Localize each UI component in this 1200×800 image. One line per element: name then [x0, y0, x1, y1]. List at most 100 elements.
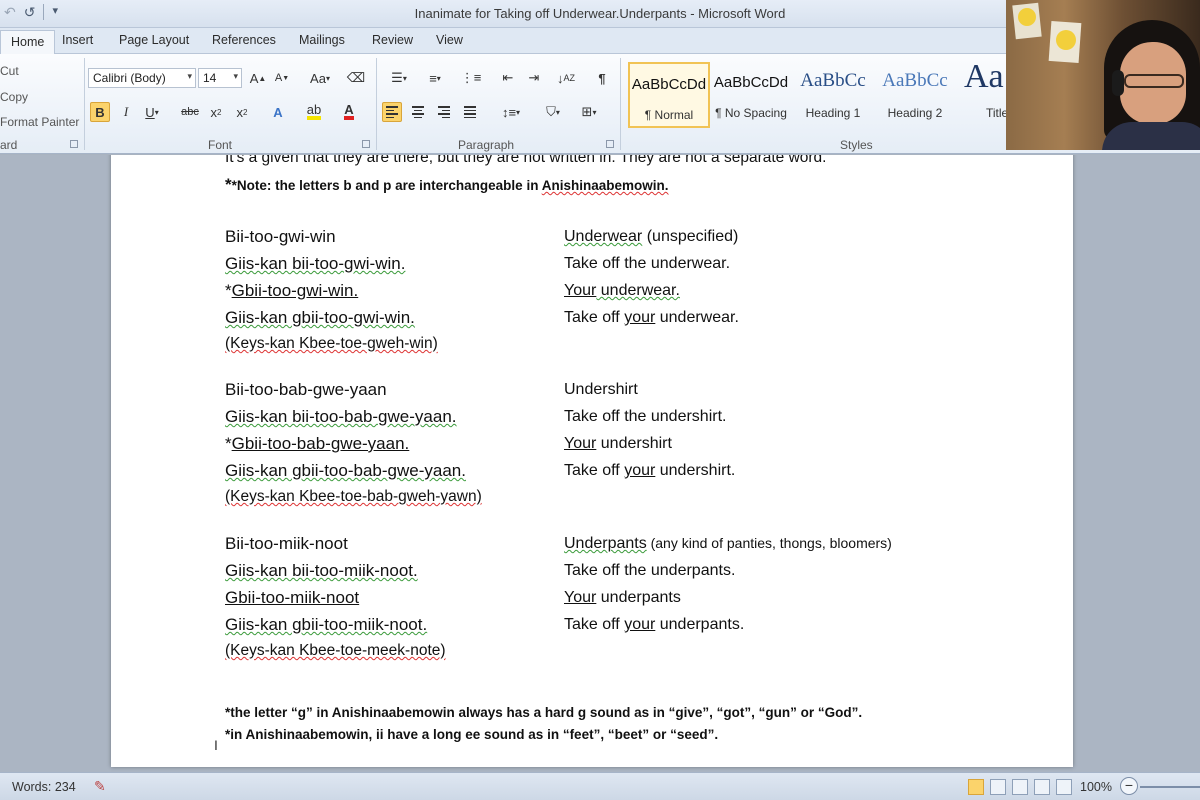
- zoom-slider[interactable]: [1140, 786, 1200, 788]
- print-layout-icon[interactable]: [968, 779, 984, 795]
- asterisk: *: [225, 281, 232, 300]
- word-line: Giis-kan bii-too-bab-gwe-yaan.: [225, 407, 457, 427]
- pronunciation-line: (Keys-kan Kbee-toe-bab-gweh-yawn): [225, 488, 482, 506]
- grow-font-icon[interactable]: A ▲: [248, 68, 268, 88]
- subscript-icon[interactable]: x2: [206, 102, 226, 122]
- tab-mailings[interactable]: Mailings: [299, 33, 345, 47]
- tab-view[interactable]: View: [436, 33, 463, 47]
- translation-line: Take off your undershirt.: [564, 462, 735, 480]
- word-text: Gbii-too-gwi-win.: [231, 281, 359, 300]
- multilevel-list-icon[interactable]: ⋮≡: [456, 68, 486, 88]
- cut-button[interactable]: Cut: [0, 64, 19, 78]
- draft-icon[interactable]: [1056, 779, 1072, 795]
- paragraph-dialog-launcher[interactable]: [606, 140, 614, 148]
- zoom-level[interactable]: 100%: [1080, 780, 1112, 794]
- style-title[interactable]: Aa Title: [956, 58, 1012, 128]
- numbering-icon[interactable]: ≡ ▾: [420, 68, 450, 88]
- word-line: Gbii-too-miik-noot: [225, 588, 359, 608]
- translation-line: Your underpants: [564, 589, 681, 607]
- show-marks-icon[interactable]: ¶: [592, 68, 612, 88]
- pronunciation-line: (Keys-kan Kbee-toe-meek-note): [225, 642, 446, 660]
- word-line: Giis-kan gbii-too-gwi-win.: [225, 308, 415, 328]
- copy-button[interactable]: Copy: [0, 90, 28, 104]
- translation-rest: underwear.: [655, 309, 739, 326]
- translation-rest: (any kind of panties, thongs, bloomers): [646, 535, 892, 551]
- word-text: Giis-kan bii-too-gwi-win.: [225, 254, 406, 273]
- tab-review[interactable]: Review: [372, 33, 413, 47]
- highlight-icon[interactable]: ab: [300, 102, 328, 122]
- line-spacing-icon[interactable]: ↕≡ ▾: [496, 102, 526, 122]
- web-layout-icon[interactable]: [1012, 779, 1028, 795]
- full-screen-icon[interactable]: [990, 779, 1006, 795]
- center-icon[interactable]: [408, 102, 428, 122]
- bullets-icon[interactable]: ☰ ▾: [384, 68, 414, 88]
- tab-home[interactable]: Home: [0, 30, 56, 55]
- font-name-combo[interactable]: Calibri (Body) ▾: [88, 68, 196, 88]
- style-name: ¶ No Spacing: [715, 106, 787, 120]
- presenter-shirt: [1102, 122, 1200, 150]
- group-separator: [84, 58, 85, 150]
- footnote-g-sound: *the letter “g” in Anishinaabemowin alwa…: [225, 705, 863, 720]
- shading-icon[interactable]: ⛉ ▾: [538, 102, 568, 122]
- underline-icon[interactable]: U ▾: [142, 102, 162, 122]
- translation-underlined: your: [624, 462, 656, 479]
- style-heading-1[interactable]: AaBbCc Heading 1: [792, 62, 874, 128]
- borders-icon[interactable]: ⊞ ▾: [574, 102, 604, 122]
- style-no-spacing[interactable]: AaBbCcDd ¶ No Spacing: [710, 62, 792, 128]
- pronunciation-text: (Keys-kan Kbee-toe-meek-note): [225, 642, 446, 659]
- translation-underlined: your: [624, 309, 656, 326]
- translation-pre: Take off: [564, 462, 625, 479]
- font-size-combo[interactable]: 14 ▾: [198, 68, 242, 88]
- undo-icon[interactable]: ↶: [4, 4, 16, 21]
- tab-references[interactable]: References: [212, 33, 276, 47]
- text-effects-icon[interactable]: A: [268, 102, 288, 122]
- change-case-icon[interactable]: Aa ▾: [306, 68, 334, 88]
- format-painter-button[interactable]: Format Painter: [0, 115, 79, 129]
- translation-rest: underwear.: [596, 282, 680, 299]
- superscript-icon[interactable]: x2: [232, 102, 252, 122]
- word-text: Gbii-too-bab-gwe-yaan.: [231, 434, 410, 453]
- style-name: Heading 2: [887, 106, 943, 120]
- style-heading-2[interactable]: AaBbCc Heading 2: [874, 62, 956, 128]
- style-normal[interactable]: AaBbCcDd ¶ Normal: [628, 62, 710, 128]
- tab-page-layout[interactable]: Page Layout: [119, 33, 189, 47]
- zoom-out-icon[interactable]: −: [1120, 777, 1138, 795]
- translation-underlined: Your: [564, 282, 597, 299]
- word-line: *Gbii-too-bab-gwe-yaan.: [225, 434, 409, 454]
- strikethrough-icon[interactable]: abc: [180, 102, 200, 122]
- document-area[interactable]: It's a given that they are there, but th…: [0, 155, 1200, 772]
- redo-icon[interactable]: ↺: [24, 4, 36, 21]
- word-count[interactable]: Words: 234: [12, 780, 76, 794]
- chevron-down-icon: ▾: [233, 71, 238, 81]
- chevron-down-icon: ▾: [187, 71, 192, 81]
- align-left-icon[interactable]: [382, 102, 402, 122]
- tab-insert[interactable]: Insert: [62, 33, 93, 47]
- font-dialog-launcher[interactable]: [362, 140, 370, 148]
- style-name: ¶ Normal: [644, 108, 694, 122]
- sort-icon[interactable]: ↓ AZ: [556, 68, 576, 88]
- group-separator: [376, 58, 377, 150]
- translation-line: Take off the underpants.: [564, 562, 736, 579]
- bold-icon[interactable]: B: [90, 102, 110, 122]
- style-sample: AaBbCc: [800, 70, 866, 91]
- clipboard-dialog-launcher[interactable]: [70, 140, 78, 148]
- style-sample: Aa: [964, 58, 1004, 95]
- clear-formatting-icon[interactable]: ⌫: [346, 68, 366, 88]
- style-sample: AaBbCcDd: [713, 74, 789, 91]
- outline-icon[interactable]: [1034, 779, 1050, 795]
- word-line: Giis-kan gbii-too-miik-noot.: [225, 615, 427, 635]
- align-right-icon[interactable]: [434, 102, 454, 122]
- decrease-indent-icon[interactable]: ⇤: [498, 68, 518, 88]
- shrink-font-icon[interactable]: A ▼: [272, 68, 292, 88]
- justify-icon[interactable]: [460, 102, 480, 122]
- document-page[interactable]: It's a given that they are there, but th…: [111, 155, 1073, 767]
- word-line: Giis-kan bii-too-gwi-win.: [225, 254, 405, 274]
- pronunciation-text: (Keys-kan Kbee-toe-bab-gweh-yawn): [225, 488, 482, 505]
- font-color-icon[interactable]: A: [338, 102, 360, 122]
- increase-indent-icon[interactable]: ⇥: [524, 68, 544, 88]
- proofing-icon[interactable]: ✎: [94, 778, 106, 795]
- quick-access-toolbar: ↶ ↺ ▾: [4, 4, 58, 21]
- italic-icon[interactable]: I: [116, 102, 136, 122]
- font-name-value: Calibri (Body): [93, 71, 166, 85]
- customize-qat-icon[interactable]: ▾: [52, 4, 58, 21]
